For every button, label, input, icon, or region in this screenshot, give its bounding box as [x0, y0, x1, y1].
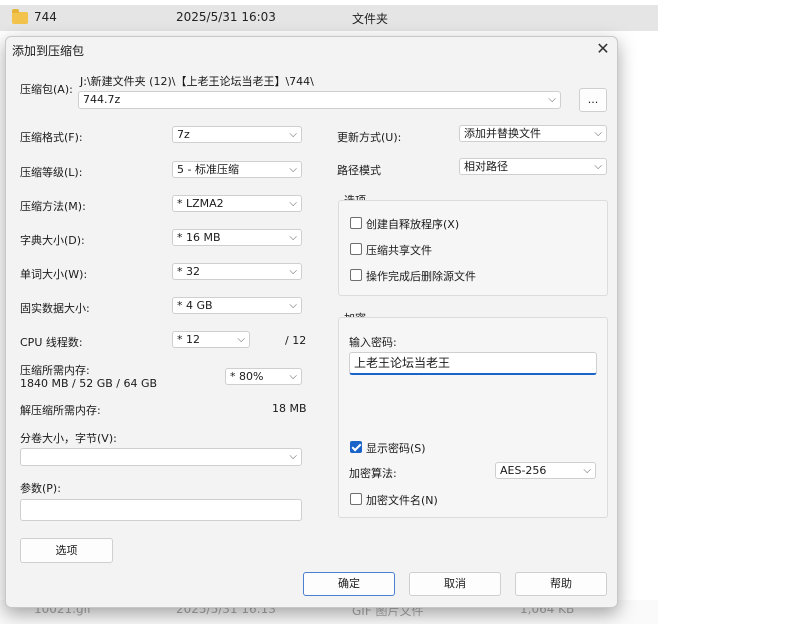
chevron-down-icon: ⌵ [289, 451, 297, 462]
delete-source-label: 操作完成后删除源文件 [366, 270, 476, 283]
show-password-label: 显示密码(S) [366, 442, 426, 455]
format-select[interactable]: 7z ⌵ [172, 126, 302, 143]
level-label: 压缩等级(L): [20, 166, 83, 179]
mem-decompress-value: 18 MB [272, 402, 307, 415]
shared-label: 压缩共享文件 [366, 244, 432, 257]
params-label: 参数(P): [20, 482, 61, 495]
update-label: 更新方式(U): [337, 131, 402, 144]
file-date: 2025/5/31 16:03 [176, 10, 276, 24]
cancel-button[interactable]: 取消 [409, 572, 501, 596]
cpu-max: / 12 [285, 334, 307, 347]
archive-name-combo[interactable]: 744.7z ⌵ [78, 91, 561, 109]
path-mode-value: 相对路径 [464, 160, 508, 173]
chevron-down-icon: ⌵ [289, 232, 297, 243]
chevron-down-icon: ⌵ [289, 371, 297, 382]
encrypt-method-value: AES-256 [500, 464, 547, 477]
dict-label: 字典大小(D): [20, 234, 85, 247]
encrypt-method-select[interactable]: AES-256 ⌵ [495, 462, 596, 479]
method-select[interactable]: * LZMA2 ⌵ [172, 195, 302, 212]
chevron-down-icon: ⌵ [289, 164, 297, 175]
mem-compress-select[interactable]: * 80% ⌵ [225, 368, 302, 385]
sfx-label: 创建自释放程序(X) [366, 218, 460, 231]
add-to-archive-dialog: 添加到压缩包 ✕ 压缩包(A): J:\新建文件夹 (12)\【上老王论坛当老王… [5, 36, 618, 608]
level-select[interactable]: 5 - 标准压缩 ⌵ [172, 161, 302, 178]
update-value: 添加并替换文件 [464, 127, 541, 140]
solid-value: * 4 GB [177, 299, 213, 312]
chevron-down-icon: ⌵ [594, 161, 602, 172]
word-value: * 32 [177, 265, 200, 278]
file-row-744[interactable]: 744 2025/5/31 16:03 文件夹 [0, 5, 658, 31]
method-value: * LZMA2 [177, 197, 224, 210]
chevron-down-icon: ⌵ [289, 198, 297, 209]
encrypt-names-label: 加密文件名(N) [366, 494, 438, 507]
mem-compress-label: 压缩所需内存: [20, 364, 90, 377]
file-type: 文件夹 [352, 12, 389, 26]
mem-compress-detail: 1840 MB / 52 GB / 64 GB [20, 377, 158, 390]
chevron-down-icon: ⌵ [289, 266, 297, 277]
update-select[interactable]: 添加并替换文件 ⌵ [459, 125, 607, 142]
show-password-checkbox[interactable] [350, 441, 362, 453]
split-combo[interactable]: ⌵ [20, 448, 302, 466]
browse-button[interactable]: ... [579, 88, 607, 112]
cpu-select[interactable]: * 12 ⌵ [172, 331, 250, 348]
chevron-down-icon: ⌵ [594, 128, 602, 139]
cpu-label: CPU 线程数: [20, 336, 83, 349]
close-icon[interactable]: ✕ [592, 40, 614, 58]
chevron-down-icon: ⌵ [289, 300, 297, 311]
archive-label: 压缩包(A): [20, 83, 73, 96]
sfx-checkbox[interactable] [350, 217, 362, 229]
cpu-value: * 12 [177, 333, 200, 346]
file-name: 744 [34, 10, 57, 24]
split-label: 分卷大小，字节(V): [20, 432, 117, 445]
level-value: 5 - 标准压缩 [177, 163, 239, 176]
dict-value: * 16 MB [177, 231, 221, 244]
word-label: 单词大小(W): [20, 268, 88, 281]
encrypt-method-label: 加密算法: [349, 467, 397, 480]
params-input[interactable] [20, 499, 302, 521]
format-label: 压缩格式(F): [20, 131, 83, 144]
solid-select[interactable]: * 4 GB ⌵ [172, 297, 302, 314]
dict-select[interactable]: * 16 MB ⌵ [172, 229, 302, 246]
archive-path: J:\新建文件夹 (12)\【上老王论坛当老王】\744\ [80, 75, 314, 88]
dialog-title: 添加到压缩包 [12, 44, 85, 58]
delete-source-checkbox[interactable] [350, 269, 362, 281]
solid-label: 固实数据大小: [20, 302, 90, 315]
method-label: 压缩方法(M): [20, 200, 86, 213]
chevron-down-icon: ⌵ [237, 334, 245, 345]
archive-name-value: 744.7z [83, 93, 121, 106]
ok-button[interactable]: 确定 [303, 572, 395, 596]
chevron-down-icon: ⌵ [583, 465, 591, 476]
shared-checkbox[interactable] [350, 243, 362, 255]
chevron-down-icon: ⌵ [289, 129, 297, 140]
encrypt-names-checkbox[interactable] [350, 493, 362, 505]
mem-compress-value: * 80% [230, 370, 264, 383]
format-value: 7z [177, 128, 190, 141]
chevron-down-icon: ⌵ [548, 94, 556, 105]
word-select[interactable]: * 32 ⌵ [172, 263, 302, 280]
help-button[interactable]: 帮助 [515, 572, 607, 596]
path-mode-select[interactable]: 相对路径 ⌵ [459, 158, 607, 175]
options-button[interactable]: 选项 [20, 538, 113, 563]
mem-decompress-label: 解压缩所需内存: [20, 404, 101, 417]
password-label: 输入密码: [349, 336, 397, 349]
path-mode-label: 路径模式 [337, 164, 381, 177]
folder-icon [12, 9, 28, 24]
password-input[interactable]: 上老王论坛当老王 [349, 352, 597, 375]
